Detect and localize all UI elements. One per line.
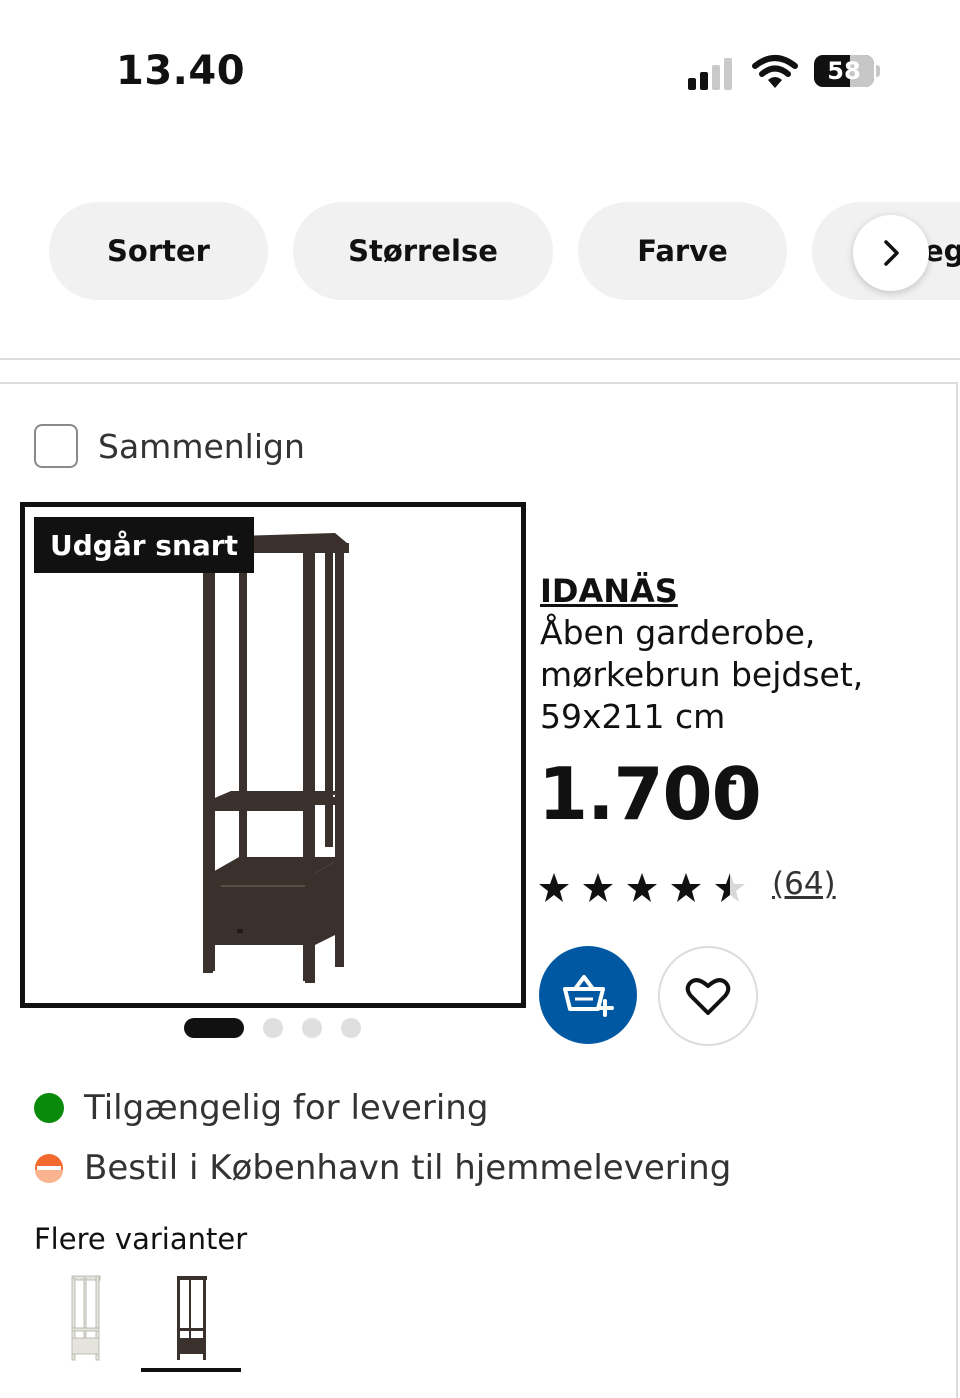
add-to-cart-button[interactable] — [539, 946, 637, 1044]
star-icon — [671, 873, 701, 902]
product-image[interactable] — [20, 502, 526, 1008]
wardrobe-thumbnail — [71, 1275, 101, 1361]
half-star-icon — [715, 873, 745, 902]
availability-delivery: Tilgængelig for levering — [34, 1088, 488, 1128]
variant-white[interactable] — [34, 1270, 134, 1368]
filter-scroll-next-button[interactable] — [853, 215, 929, 291]
star-icon — [583, 873, 613, 902]
variant-dark-brown[interactable] — [141, 1270, 241, 1372]
battery-icon: 58 — [814, 55, 874, 87]
partial-status-icon — [35, 1154, 63, 1183]
product-description: Åben garderobe, mørkebrun bejdset, 59x21… — [540, 613, 864, 736]
chevron-right-icon — [884, 240, 899, 266]
wardrobe-image — [201, 533, 349, 983]
status-badge: Udgår snart — [34, 517, 254, 573]
availability-text: Tilgængelig for levering — [84, 1088, 489, 1128]
sort-filter-label: Sorter — [107, 234, 210, 268]
product-name-link[interactable]: IDANÄS — [540, 572, 678, 610]
carousel-dot-3[interactable] — [302, 1018, 322, 1038]
review-count-link[interactable]: (64) — [772, 866, 836, 902]
price-suffix: .- — [714, 764, 738, 799]
star-icon — [539, 873, 569, 902]
availability-store: Bestil i København til hjemmelevering — [34, 1148, 731, 1188]
carousel-dot-2[interactable] — [263, 1018, 283, 1038]
variants-label: Flere varianter — [34, 1222, 248, 1256]
carousel-dot-1[interactable] — [184, 1018, 244, 1038]
favorite-button[interactable] — [658, 946, 758, 1046]
divider — [0, 358, 960, 360]
battery-cap — [876, 65, 880, 77]
status-icons: 58 — [686, 52, 882, 92]
wifi-icon — [752, 55, 798, 88]
heart-icon — [685, 978, 731, 1015]
color-filter-button[interactable]: Farve — [578, 202, 787, 300]
wardrobe-thumbnail — [177, 1276, 207, 1360]
more-filter-label: eg — [924, 234, 960, 268]
star-icon — [627, 873, 657, 902]
signal-icon — [688, 58, 732, 90]
compare-label: Sammenlign — [98, 426, 305, 466]
filter-bar: Sorter Størrelse Farve eg — [0, 202, 960, 302]
status-time: 13.40 — [116, 48, 246, 94]
rating-stars[interactable] — [538, 866, 758, 910]
battery-level: 58 — [827, 57, 861, 85]
available-status-icon — [34, 1093, 64, 1123]
compare-toggle[interactable]: Sammenlign — [34, 424, 305, 468]
color-filter-label: Farve — [637, 234, 728, 268]
size-filter-label: Størrelse — [348, 234, 498, 268]
compare-checkbox[interactable] — [34, 424, 78, 468]
availability-text: Bestil i København til hjemmelevering — [84, 1148, 732, 1188]
size-filter-button[interactable]: Størrelse — [293, 202, 553, 300]
add-to-cart-icon — [563, 975, 614, 1017]
sort-filter-button[interactable]: Sorter — [49, 202, 268, 300]
carousel-dot-4[interactable] — [341, 1018, 361, 1038]
